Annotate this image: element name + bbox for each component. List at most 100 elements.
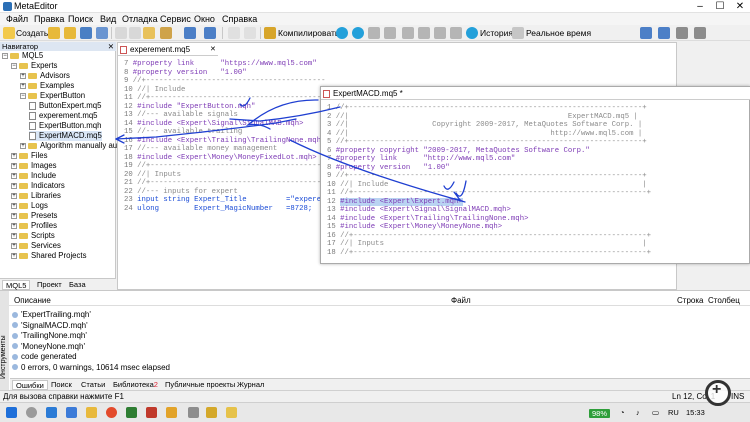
editor-tab[interactable]: experement.mq5 ✕	[118, 43, 218, 56]
expand-icon[interactable]: +	[11, 242, 17, 249]
expand-icon[interactable]: +	[11, 252, 17, 259]
expand-icon[interactable]: +	[11, 172, 17, 179]
code-line[interactable]: 1 //+-----------------------------------…	[327, 104, 651, 113]
menu-tools[interactable]: Сервис	[160, 14, 191, 24]
expand-icon[interactable]: +	[20, 72, 26, 79]
code-line[interactable]: 7 #property link "https://www.mql5.com"	[124, 60, 347, 69]
breakpoint-icon[interactable]	[450, 27, 462, 39]
explorer-icon[interactable]	[86, 407, 97, 418]
code-line[interactable]: 11 //+----------------------------------…	[327, 189, 651, 198]
close-button[interactable]: ✕	[730, 0, 750, 13]
code-line[interactable]: 3 //| Copyright 2009-2017, MetaQuotes So…	[327, 121, 651, 130]
tab-mql5[interactable]: MQL5	[2, 280, 31, 290]
code-line[interactable]: 15 #include <Expert\Money\MoneyNone.mqh>	[327, 223, 651, 232]
create-button[interactable]: Создать	[16, 28, 48, 38]
code-line[interactable]: 14 #include <Expert\Trailing\TrailingNon…	[327, 215, 651, 224]
close-icon[interactable]: ✕	[108, 42, 114, 51]
code-line[interactable]: 16 #include <Expert\Trailing\TrailingNon…	[124, 137, 347, 146]
tab-journal[interactable]: Журнал	[234, 380, 267, 390]
tree-item[interactable]: − ExpertButton	[20, 91, 85, 101]
expand-icon[interactable]: +	[11, 182, 17, 189]
code-line[interactable]: 17 //--- available money management	[124, 145, 347, 154]
message-row[interactable]: 'SignalMACD.mqh'	[12, 321, 88, 331]
expand-icon[interactable]: +	[11, 192, 17, 199]
menu-view[interactable]: Вид	[100, 14, 116, 24]
column-description[interactable]: Описание	[14, 296, 51, 305]
editor-expertmacd[interactable]: ExpertMACD.mq5 * 1 //+------------------…	[320, 86, 750, 264]
code-line[interactable]: 10 //| Include	[124, 86, 347, 95]
start-debug-icon[interactable]	[336, 27, 348, 39]
window-icon[interactable]	[188, 407, 199, 418]
code-line[interactable]: 24 ulong Expert_MagicNumber =8728;	[124, 205, 347, 214]
expand-icon[interactable]: +	[11, 232, 17, 239]
expand-icon[interactable]: +	[11, 152, 17, 159]
save-icon[interactable]	[80, 27, 92, 39]
folder-icon[interactable]	[64, 27, 76, 39]
maximize-button[interactable]: ☐	[710, 0, 730, 13]
code-line[interactable]: 8 #property version "1.00"	[327, 164, 651, 173]
tree-item[interactable]: + Images	[11, 161, 57, 171]
code-line[interactable]: 5 //+-----------------------------------…	[327, 138, 651, 147]
tree-item[interactable]: + Shared Projects	[11, 251, 86, 261]
message-row[interactable]: 'MoneyNone.mqh'	[12, 342, 85, 352]
tree-item[interactable]: + Libraries	[11, 191, 61, 201]
save-all-icon[interactable]	[96, 27, 108, 39]
close-icon[interactable]: ✕	[210, 43, 216, 56]
open-folder-icon[interactable]	[48, 27, 60, 39]
compile-button[interactable]: Компилировать	[278, 28, 339, 38]
tab-search[interactable]: Поиск	[48, 380, 75, 390]
code-line[interactable]: 9 //+-----------------------------------…	[124, 77, 347, 86]
minimize-button[interactable]: –	[690, 0, 710, 13]
code-line[interactable]: 19 //+----------------------------------…	[124, 162, 347, 171]
message-row[interactable]: 'ExpertTrailing.mqh'	[12, 310, 91, 320]
search-icon[interactable]	[26, 407, 37, 418]
code-line[interactable]: 8 #property version "1.00"	[124, 69, 347, 78]
code-line[interactable]: 21 //+----------------------------------…	[124, 179, 347, 188]
tab-errors[interactable]: Ошибки	[12, 380, 48, 390]
code-line[interactable]: 14 #include <Expert\Signal\SignalMAB.mqh…	[124, 120, 347, 129]
cut-icon[interactable]	[115, 27, 127, 39]
paste-icon[interactable]	[143, 27, 155, 39]
expand-icon[interactable]: +	[11, 162, 17, 169]
tree-item[interactable]: + Scripts	[11, 231, 55, 241]
tree-item[interactable]: experement.mq5	[29, 111, 98, 121]
menu-debug[interactable]: Отладка	[122, 14, 158, 24]
tab-database[interactable]: База данных	[66, 280, 116, 299]
volume-icon[interactable]: ♪	[636, 408, 640, 417]
mt5-icon[interactable]	[206, 407, 217, 418]
step-into-icon[interactable]	[402, 27, 414, 39]
metaeditor-icon[interactable]	[166, 407, 177, 418]
zoom-magnifier-icon[interactable]: +	[705, 380, 731, 406]
expand-icon[interactable]: −	[11, 62, 17, 69]
pen-icon[interactable]	[640, 27, 652, 39]
menu-edit[interactable]: Правка	[34, 14, 64, 24]
code-line[interactable]: 18 #include <Expert\Money\MoneyFixedLot.…	[124, 154, 347, 163]
message-row[interactable]: code generated	[12, 352, 77, 362]
editor-tab[interactable]: ExpertMACD.mq5 *	[321, 87, 750, 100]
marker-icon[interactable]	[658, 27, 670, 39]
code-line[interactable]: 10 //| Include |	[327, 181, 651, 190]
expand-icon[interactable]: +	[11, 222, 17, 229]
code-line[interactable]: 9 //+-----------------------------------…	[327, 172, 651, 181]
terminal-icon[interactable]	[126, 407, 137, 418]
windows-start-icon[interactable]	[6, 407, 17, 418]
code-line[interactable]: 11 //+----------------------------------…	[124, 94, 347, 103]
new-file-icon[interactable]	[3, 27, 15, 39]
realtime-button[interactable]: Реальное время	[526, 28, 591, 38]
tree-item[interactable]: + Services	[11, 241, 61, 251]
code-line[interactable]: 22 //--- inputs for expert	[124, 188, 347, 197]
tree-item[interactable]: + Algorithm manually auto	[20, 141, 124, 151]
column-column[interactable]: Столбец	[708, 296, 740, 305]
grid-icon[interactable]	[694, 27, 706, 39]
tree-item[interactable]: ExpertMACD.mq5	[29, 131, 102, 141]
code-line[interactable]: 20 //| Inputs	[124, 171, 347, 180]
menu-help[interactable]: Справка	[222, 14, 257, 24]
forward-icon[interactable]	[244, 27, 256, 39]
tree-item[interactable]: + Indicators	[11, 181, 65, 191]
expand-icon[interactable]: +	[20, 142, 26, 149]
expand-icon[interactable]: +	[20, 82, 26, 89]
back-icon[interactable]	[228, 27, 240, 39]
tree-item[interactable]: + Logs	[11, 201, 48, 211]
tab-public-projects[interactable]: Публичные проекты	[162, 380, 238, 390]
store-icon[interactable]	[66, 407, 77, 418]
